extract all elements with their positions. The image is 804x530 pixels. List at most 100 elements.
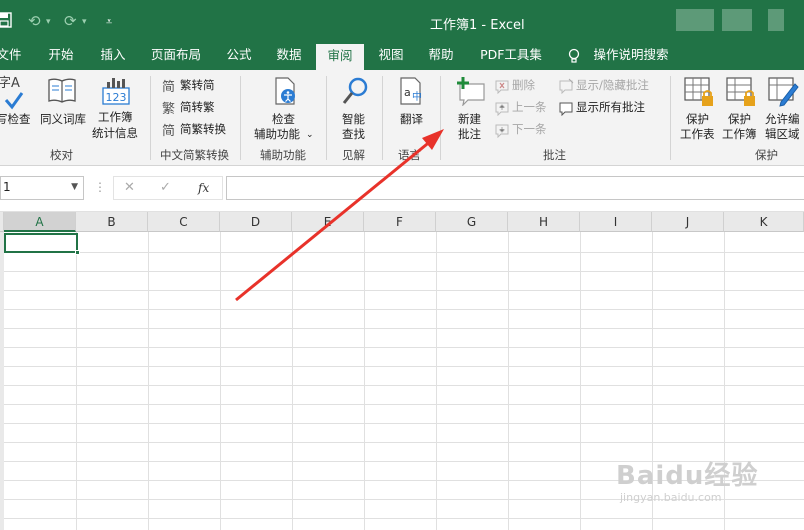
- protect-sheet-label-line1: 保护: [686, 112, 709, 126]
- column-header-c[interactable]: C: [148, 212, 220, 232]
- show-all-comments-button[interactable]: 显示所有批注: [558, 98, 645, 118]
- tab-insert[interactable]: 插入: [96, 44, 130, 70]
- svg-text:中: 中: [412, 90, 422, 103]
- tell-me-search[interactable]: 操作说明搜索: [590, 44, 672, 70]
- gridline: [4, 442, 804, 443]
- translate-icon: a中: [400, 77, 422, 105]
- smart-lookup-label-line2: 查找: [342, 127, 365, 141]
- chevron-down-icon: ⌄: [306, 130, 314, 140]
- customize-quick-access-icon[interactable]: ⩡: [106, 15, 112, 29]
- translate-button[interactable]: a中 翻译: [390, 76, 434, 146]
- redo-icon[interactable]: ⟳: [64, 12, 77, 30]
- smart-lookup-label-line1: 智能: [342, 112, 365, 126]
- save-icon[interactable]: [0, 12, 12, 32]
- gridline: [4, 290, 804, 291]
- accessibility-label-line1: 检查: [272, 112, 295, 126]
- group-divider: [670, 76, 671, 160]
- group-label-protect: 保护: [755, 148, 778, 162]
- statistics-label-line2: 统计信息: [92, 126, 138, 140]
- new-comment-icon: [457, 77, 485, 106]
- protect-workbook-label-line2: 工作簿: [722, 127, 757, 141]
- statistics-label-line1: 工作簿: [98, 110, 133, 124]
- thesaurus-button[interactable]: 同义词库: [38, 76, 88, 146]
- column-header-e[interactable]: E: [292, 212, 364, 232]
- new-comment-button[interactable]: 新建 批注: [448, 76, 492, 146]
- tab-view[interactable]: 视图: [374, 44, 408, 70]
- formula-bar-grip-icon[interactable]: ⋮: [94, 180, 106, 194]
- allow-edit-ranges-label-line1: 允许编: [765, 112, 800, 126]
- column-header-h[interactable]: H: [508, 212, 580, 232]
- tab-formulas[interactable]: 公式: [222, 44, 256, 70]
- account-area-blurred: [676, 9, 714, 31]
- accessibility-icon: [275, 77, 295, 105]
- undo-icon[interactable]: ⟲: [28, 12, 41, 30]
- svg-text:简: 简: [162, 123, 175, 138]
- group-divider: [240, 76, 241, 160]
- next-comment-button[interactable]: 下一条: [494, 120, 547, 140]
- group-divider: [382, 76, 383, 160]
- tab-help[interactable]: 帮助: [424, 44, 458, 70]
- active-cell[interactable]: [4, 233, 80, 255]
- tab-page-layout[interactable]: 页面布局: [148, 44, 204, 70]
- delete-comment-button[interactable]: 删除: [494, 76, 535, 96]
- redo-dropdown-icon[interactable]: ▾: [82, 17, 87, 27]
- protect-sheet-label-line2: 工作表: [680, 127, 715, 141]
- tab-home[interactable]: 开始: [44, 44, 78, 70]
- group-divider: [150, 76, 151, 160]
- enter-icon[interactable]: ✓: [160, 180, 171, 195]
- name-box[interactable]: 1 ▼: [0, 176, 84, 200]
- ribbon-review: 字A 写检查 同义词库 123 工作簿 统计信息 校对 简繁转简 繁简转繁 简简…: [0, 70, 804, 166]
- group-label-comments: 批注: [543, 148, 566, 162]
- fill-handle[interactable]: [75, 250, 80, 255]
- spelling-button[interactable]: 字A 写检查: [0, 76, 36, 146]
- show-hide-comment-button[interactable]: 显示/隐藏批注: [558, 76, 649, 96]
- tab-review[interactable]: 审阅: [316, 44, 364, 70]
- simp-to-trad-label: 简转繁: [180, 100, 215, 114]
- gridline: [4, 423, 804, 424]
- tab-data[interactable]: 数据: [272, 44, 306, 70]
- traditional-to-simplified-button[interactable]: 简繁转简: [162, 76, 215, 96]
- thesaurus-label: 同义词库: [40, 112, 86, 126]
- column-header-a[interactable]: A: [4, 212, 76, 232]
- simp-to-trad-icon: 繁: [162, 100, 178, 117]
- column-header-i[interactable]: I: [580, 212, 652, 232]
- previous-comment-button[interactable]: 上一条: [494, 98, 547, 118]
- protect-sheet-button[interactable]: 保护 工作表: [678, 76, 720, 146]
- workbook-statistics-button[interactable]: 123 工作簿 统计信息: [90, 76, 142, 146]
- check-accessibility-button[interactable]: 检查 辅助功能 ⌄: [250, 76, 320, 146]
- simplified-to-traditional-button[interactable]: 繁简转繁: [162, 98, 215, 118]
- gridline: [76, 232, 77, 530]
- protect-workbook-button[interactable]: 保护 工作簿: [720, 76, 762, 146]
- column-header-k[interactable]: K: [724, 212, 804, 232]
- baidu-watermark: Baidu经验 jingyan.baidu.com: [616, 455, 758, 504]
- protect-sheet-icon: [684, 77, 713, 106]
- chinese-conversion-button[interactable]: 简简繁转换: [162, 120, 226, 140]
- formula-input[interactable]: [226, 176, 804, 200]
- account-area-blurred: [768, 9, 784, 31]
- column-header-g[interactable]: G: [436, 212, 508, 232]
- show-hide-comment-label: 显示/隐藏批注: [576, 78, 649, 92]
- gridline: [364, 232, 365, 530]
- undo-dropdown-icon[interactable]: ▾: [46, 17, 51, 27]
- svg-text:a: a: [404, 86, 411, 99]
- show-all-comments-icon: [558, 100, 574, 116]
- smart-lookup-button[interactable]: 智能 查找: [334, 76, 376, 146]
- column-header-b[interactable]: B: [76, 212, 148, 232]
- insert-function-icon[interactable]: fx: [198, 181, 209, 195]
- allow-edit-ranges-button[interactable]: 允许编 辑区域: [763, 76, 804, 146]
- tab-file[interactable]: 文件: [0, 44, 22, 70]
- column-header-j[interactable]: J: [652, 212, 724, 232]
- group-label-accessibility: 辅助功能: [260, 148, 306, 162]
- gridline: [292, 232, 293, 530]
- group-label-proofing: 校对: [50, 148, 73, 162]
- cancel-icon[interactable]: ✕: [124, 180, 135, 195]
- show-all-comments-label: 显示所有批注: [576, 100, 645, 114]
- column-header-f[interactable]: F: [364, 212, 436, 232]
- next-comment-label: 下一条: [512, 122, 547, 136]
- column-header-d[interactable]: D: [220, 212, 292, 232]
- tab-pdf-tools[interactable]: PDF工具集: [478, 44, 544, 70]
- book-icon: [48, 78, 76, 103]
- row-headers[interactable]: [0, 232, 4, 530]
- chevron-down-icon[interactable]: ▼: [71, 182, 78, 192]
- title-bar: ⟲ ▾ ⟳ ▾ ⩡ 工作簿1 - Excel: [0, 0, 804, 44]
